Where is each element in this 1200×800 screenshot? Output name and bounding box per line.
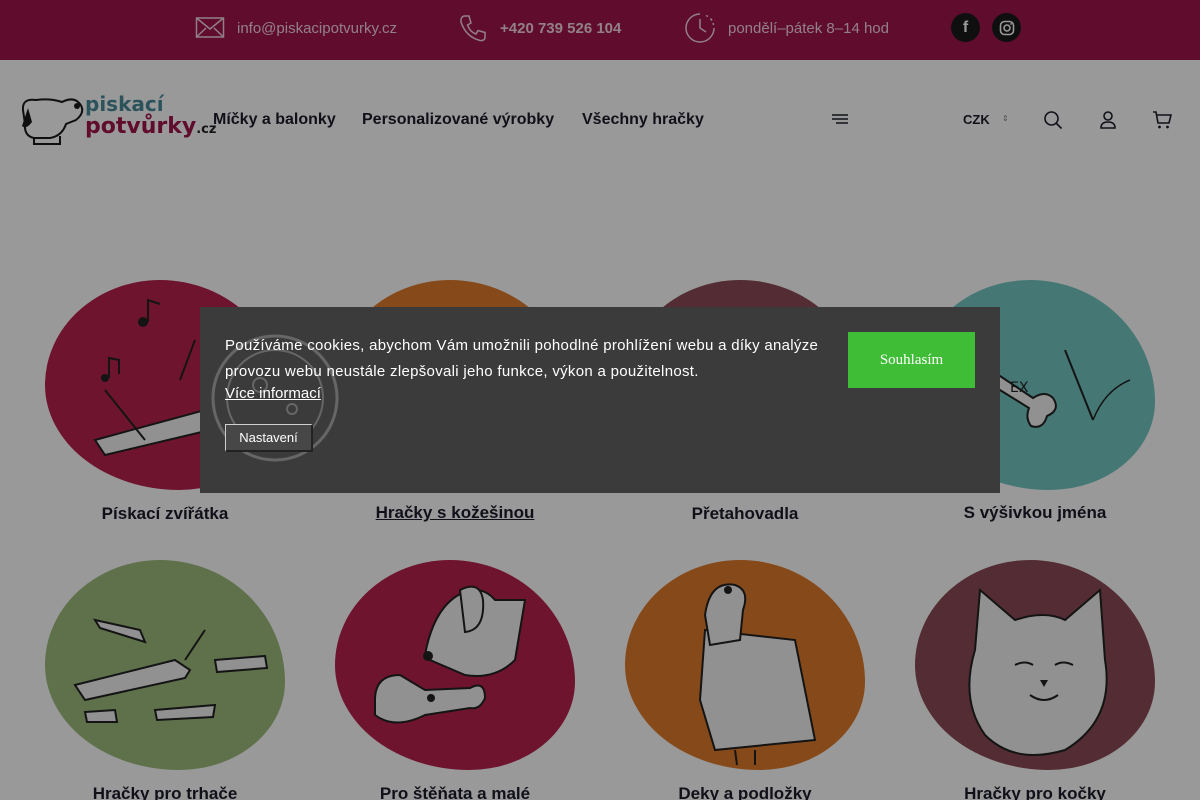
cookie-consent-text: Používáme cookies, abychom Vám umožnili … <box>225 337 819 380</box>
cookie-settings-button[interactable]: Nastavení <box>225 424 313 452</box>
cookie-more-info-link[interactable]: Více informací <box>225 385 321 402</box>
cookie-consent-dialog: Používáme cookies, abychom Vám umožnili … <box>200 307 1000 493</box>
cookie-accept-button[interactable]: Souhlasím <box>848 332 975 388</box>
